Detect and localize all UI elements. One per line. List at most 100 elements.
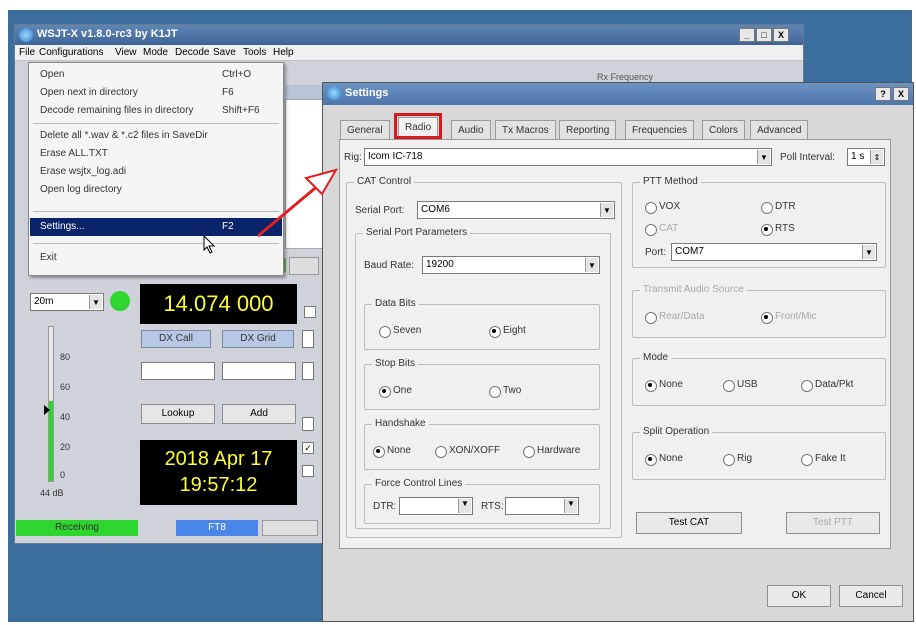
help-button[interactable]: ?: [875, 87, 891, 101]
status-field: [262, 520, 318, 536]
tab-tx-macros[interactable]: Tx Macros: [495, 120, 556, 140]
decode-button-partial[interactable]: [289, 257, 319, 275]
main-title-bar[interactable]: WSJT-X v1.8.0-rc3 by K1JT _ □ X: [15, 25, 803, 45]
meter-tick: 20: [60, 442, 71, 452]
split-fake-it-radio[interactable]: Fake It: [801, 453, 846, 466]
tab-colors[interactable]: Colors: [702, 120, 745, 140]
menu-item-decode-remaining[interactable]: Decode remaining files in directory Shift…: [30, 102, 282, 120]
band-combo[interactable]: 20m ▼: [30, 293, 104, 311]
meter-tick: 80: [60, 352, 71, 362]
test-cat-button[interactable]: Test CAT: [636, 512, 742, 534]
menu-item-delete-all[interactable]: Delete all *.wav & *.c2 files in SaveDir: [30, 127, 282, 145]
poll-interval-spinbox[interactable]: 1 s ⇕: [847, 148, 885, 166]
menu-tools[interactable]: Tools: [243, 47, 266, 58]
menu-item-label: Exit: [40, 252, 57, 263]
cat-control-group: CAT Control Serial Port: COM6 ▼ Serial P…: [346, 176, 622, 538]
menu-item-open[interactable]: Open Ctrl+O: [30, 66, 282, 84]
data-bits-group: Data Bits Seven Eight: [364, 298, 600, 350]
serial-port-combo[interactable]: COM6 ▼: [417, 201, 615, 219]
report-field-partial[interactable]: [302, 362, 314, 380]
rts-label: RTS:: [481, 501, 504, 512]
band-activity-pane[interactable]: [285, 99, 325, 249]
mode-data-pkt-radio[interactable]: Data/Pkt: [801, 379, 853, 392]
menu-item-label: Decode remaining files in directory: [40, 105, 194, 116]
tx-audio-rear-radio[interactable]: Rear/Data: [645, 311, 705, 324]
tab-general[interactable]: General: [340, 120, 390, 140]
data-bits-seven-radio[interactable]: Seven: [379, 325, 421, 338]
menu-file[interactable]: File: [19, 47, 35, 58]
maximize-button[interactable]: □: [756, 28, 772, 42]
mode-usb-radio[interactable]: USB: [723, 379, 758, 392]
dtr-combo[interactable]: ▼: [399, 497, 473, 515]
split-none-radio[interactable]: None: [645, 453, 683, 466]
handshake-none-radio[interactable]: None: [373, 445, 411, 458]
handshake-xonxoff-radio[interactable]: XON/XOFF: [435, 445, 500, 458]
data-bits-eight-radio[interactable]: Eight: [489, 325, 526, 338]
mode-none-radio[interactable]: None: [645, 379, 683, 392]
ptt-rts-radio[interactable]: RTS: [761, 223, 795, 236]
menu-save[interactable]: Save: [213, 47, 236, 58]
time-text: 19:57:12: [179, 474, 258, 496]
tx-audio-front-radio[interactable]: Front/Mic: [761, 311, 817, 324]
menu-help[interactable]: Help: [273, 47, 294, 58]
app-icon: [19, 28, 33, 42]
split-rig-radio[interactable]: Rig: [723, 453, 752, 466]
tab-audio[interactable]: Audio: [451, 120, 491, 140]
status-mode: FT8: [176, 520, 258, 536]
transmit-audio-source-title: Transmit Audio Source: [640, 284, 747, 295]
menu-configurations[interactable]: Configurations: [39, 47, 103, 58]
settings-close-button[interactable]: X: [893, 87, 909, 101]
menu-item-exit[interactable]: Exit: [30, 249, 282, 267]
menu-item-settings[interactable]: Settings... F2: [30, 218, 282, 236]
menu-item-open-next[interactable]: Open next in directory F6: [30, 84, 282, 102]
settings-title-bar[interactable]: Settings ? X: [323, 83, 913, 105]
activity-header: [285, 85, 325, 99]
checkbox[interactable]: [302, 465, 314, 477]
checked-checkbox[interactable]: ✓: [302, 442, 314, 454]
dial-frequency-display: 14.074 000: [140, 284, 297, 324]
rts-combo[interactable]: ▼: [505, 497, 579, 515]
menu-item-shortcut: F2: [222, 221, 234, 232]
baud-rate-label: Baud Rate:: [364, 260, 415, 271]
checkbox[interactable]: [304, 306, 316, 318]
menu-decode[interactable]: Decode: [175, 47, 209, 58]
menu-item-erase-all-txt[interactable]: Erase ALL.TXT: [30, 145, 282, 163]
baud-rate-combo[interactable]: 19200 ▼: [422, 256, 600, 274]
minimize-button[interactable]: _: [739, 28, 755, 42]
dx-grid-input[interactable]: [222, 362, 296, 380]
status-indicator: [110, 291, 130, 311]
tab-advanced[interactable]: Advanced: [750, 120, 809, 140]
menu-mode[interactable]: Mode: [143, 47, 168, 58]
radio-tab-panel: Rig: Icom IC-718 ▼ Poll Interval: 1 s ⇕ …: [339, 139, 891, 549]
menu-item-open-log-directory[interactable]: Open log directory: [30, 181, 282, 199]
serial-port-label: Serial Port:: [355, 205, 405, 216]
test-ptt-button[interactable]: Test PTT: [786, 512, 880, 534]
mode-title: Mode: [640, 352, 672, 363]
tab-reporting[interactable]: Reporting: [559, 120, 617, 140]
ok-button[interactable]: OK: [767, 585, 831, 607]
lookup-button[interactable]: Lookup: [141, 404, 215, 424]
add-button[interactable]: Add: [222, 404, 296, 424]
ptt-cat-radio[interactable]: CAT: [645, 223, 678, 236]
handshake-hardware-radio[interactable]: Hardware: [523, 445, 580, 458]
menu-item-erase-log[interactable]: Erase wsjtx_log.adi: [30, 163, 282, 181]
dx-grid-label: DX Grid: [222, 330, 294, 348]
rig-combo[interactable]: Icom IC-718 ▼: [364, 148, 772, 166]
menu-view[interactable]: View: [115, 47, 137, 58]
stop-bits-one-radio[interactable]: One: [379, 385, 412, 398]
tx-field-partial[interactable]: [302, 330, 314, 348]
ptt-port-combo[interactable]: COM7 ▼: [671, 243, 877, 261]
ptt-dtr-radio[interactable]: DTR: [761, 201, 796, 214]
mouse-cursor-icon: [203, 235, 216, 254]
stop-bits-two-radio[interactable]: Two: [489, 385, 521, 398]
field-partial[interactable]: [302, 417, 314, 431]
chevron-down-icon: ▼: [862, 245, 875, 259]
ptt-vox-radio[interactable]: VOX: [645, 201, 680, 214]
chevron-down-icon: ▼: [89, 295, 102, 309]
tab-frequencies[interactable]: Frequencies: [625, 120, 695, 140]
cancel-button[interactable]: Cancel: [839, 585, 903, 607]
close-button[interactable]: X: [773, 28, 789, 42]
menu-item-shortcut: Ctrl+O: [222, 69, 252, 80]
dx-call-input[interactable]: [141, 362, 215, 380]
split-operation-group: Split Operation None Rig Fake It: [632, 426, 886, 480]
